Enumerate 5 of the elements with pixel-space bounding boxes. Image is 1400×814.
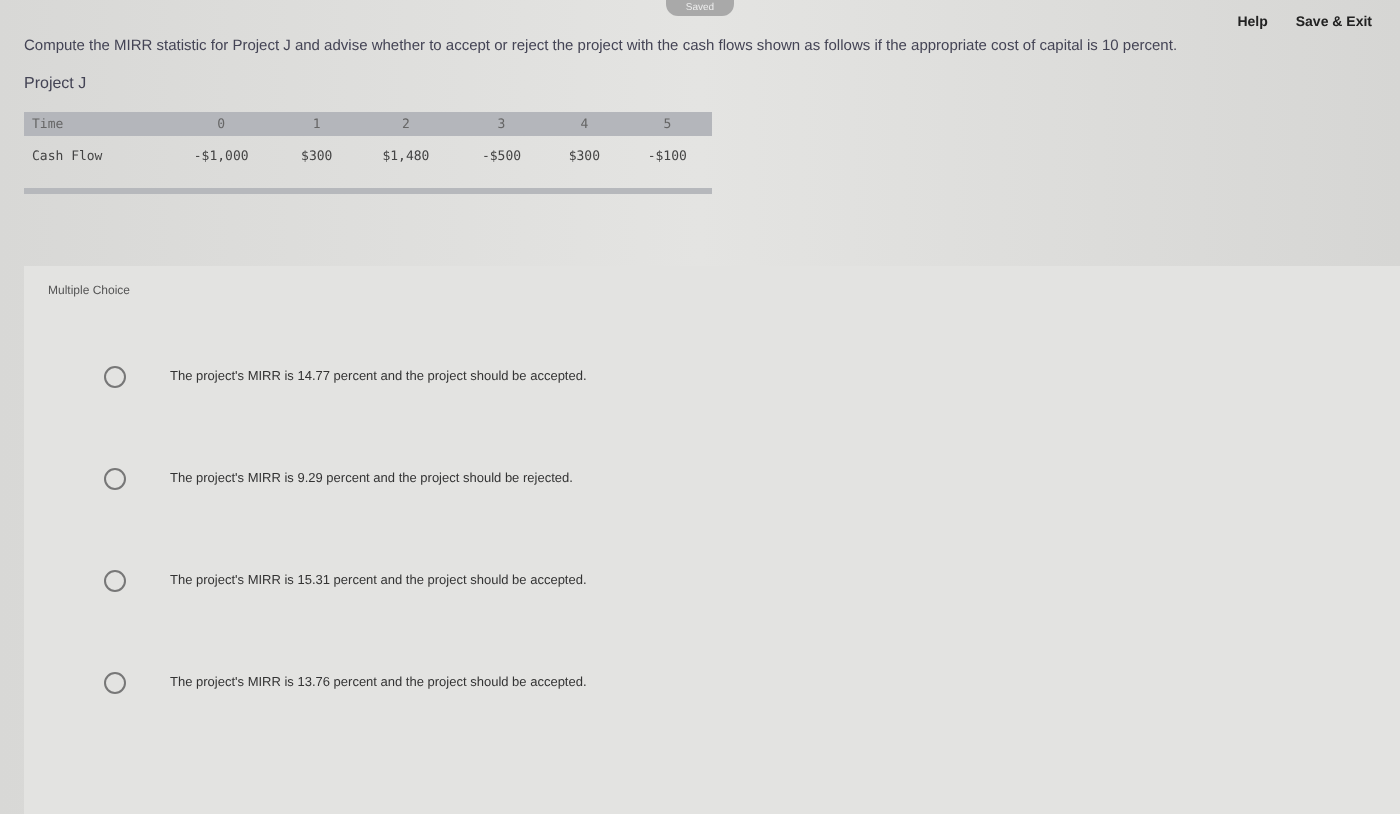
radio-button[interactable] <box>104 570 126 592</box>
radio-button[interactable] <box>104 468 126 490</box>
radio-button[interactable] <box>104 672 126 694</box>
project-label: Project J <box>24 74 89 92</box>
radio-button[interactable] <box>104 366 126 388</box>
